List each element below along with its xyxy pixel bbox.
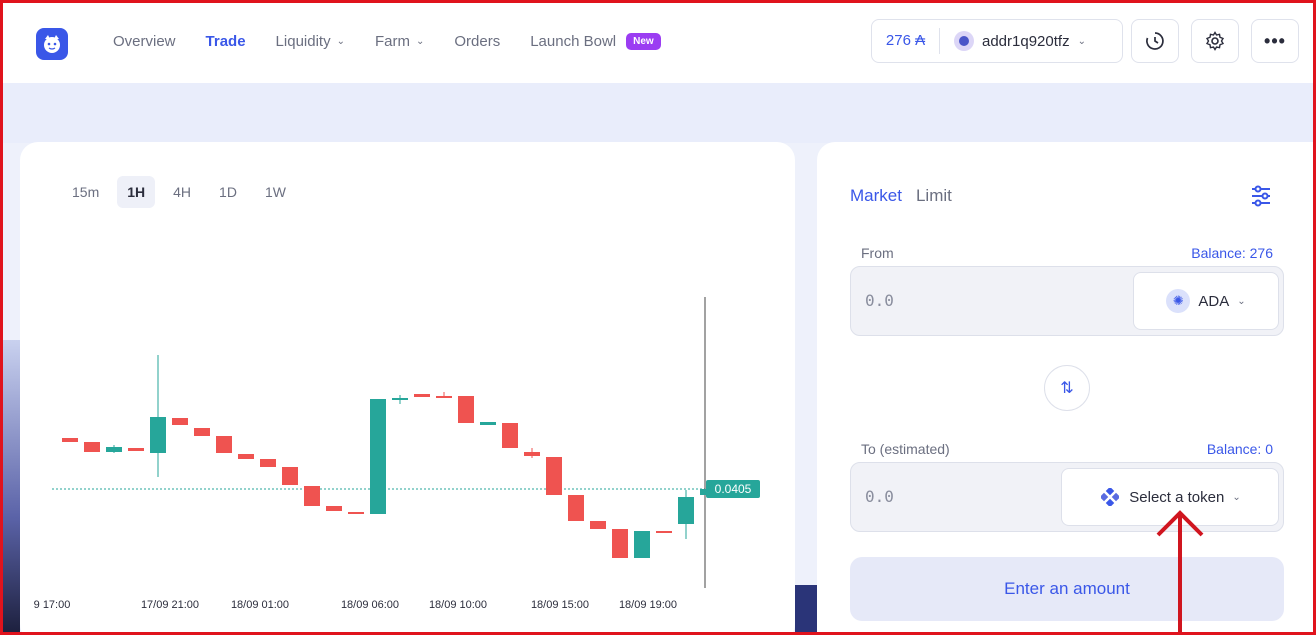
wallet-address: addr1q920tfz [982, 32, 1070, 50]
candle [326, 506, 342, 511]
candle [458, 396, 474, 423]
background-decoration [795, 585, 817, 635]
x-tick-label: 18/09 10:00 [429, 599, 487, 611]
main-nav: Overview Trade Liquidity ⌄ Farm ⌄ Orders L… [113, 33, 691, 50]
candle [634, 531, 650, 558]
candle [392, 398, 408, 400]
swap-arrows-icon: ⇅ [1060, 380, 1074, 397]
history-icon [1146, 32, 1164, 50]
to-balance: Balance: 0 [1206, 441, 1273, 457]
nav-launch-bowl[interactable]: Launch Bowl New [530, 33, 661, 50]
sliders-icon[interactable] [1250, 184, 1272, 208]
background-decoration [3, 340, 20, 635]
enter-amount-button[interactable]: Enter an amount [850, 557, 1284, 621]
annotation-arrow-icon [1156, 510, 1204, 635]
tab-market[interactable]: Market [850, 186, 902, 206]
from-token-label: ADA [1198, 292, 1230, 310]
candle [194, 428, 210, 436]
candle [370, 399, 386, 514]
select-token-label: Select a token [1129, 488, 1225, 506]
new-badge: New [626, 33, 661, 50]
price-chart[interactable]: 0.0405 9 17:00 17/09 21:00 18/09 01:00 18/0… [20, 142, 795, 622]
x-tick-label: 9 17:00 [34, 599, 71, 611]
chevron-down-icon: ⌄ [336, 36, 345, 47]
to-field: 0.0 Select a token ⌄ [850, 462, 1284, 532]
from-token-button[interactable]: ✺ ADA ⌄ [1133, 272, 1279, 330]
from-field: 0.0 ✺ ADA ⌄ [850, 266, 1284, 336]
gear-icon [1205, 31, 1225, 51]
wallet-avatar-icon [954, 31, 974, 51]
tab-limit[interactable]: Limit [916, 186, 952, 206]
wallet-button[interactable]: 276 ₳ addr1q920tfz ⌄ [871, 19, 1123, 63]
to-amount-input[interactable]: 0.0 [865, 487, 894, 506]
more-icon: ••• [1264, 30, 1286, 51]
candle [150, 417, 166, 453]
candle [62, 438, 78, 442]
to-label: To (estimated) [861, 441, 950, 457]
candle [502, 423, 518, 448]
from-amount-input[interactable]: 0.0 [865, 291, 894, 310]
candle [260, 459, 276, 467]
candle [678, 497, 694, 524]
nav-farm[interactable]: Farm ⌄ [375, 33, 424, 50]
x-tick-label: 17/09 21:00 [141, 599, 199, 611]
chevron-down-icon: ⌄ [1232, 491, 1241, 503]
candle [656, 531, 672, 533]
candle [106, 447, 122, 452]
top-navigation-bar: Overview Trade Liquidity ⌄ Farm ⌄ Orders L… [3, 3, 1313, 83]
wallet-balance: 276 ₳ [872, 28, 940, 54]
candle [590, 521, 606, 529]
candle [216, 436, 232, 453]
nav-liquidity[interactable]: Liquidity ⌄ [276, 33, 345, 50]
nav-orders[interactable]: Orders [454, 33, 500, 50]
last-price-label: 0.0405 [715, 482, 752, 496]
x-tick-label: 18/09 19:00 [619, 599, 677, 611]
app-logo-icon[interactable] [36, 28, 68, 60]
background-band [3, 83, 1313, 143]
candle [238, 454, 254, 459]
candle [612, 529, 628, 558]
from-label: From [861, 245, 894, 261]
chart-panel: 15m 1H 4H 1D 1W 0.0405 9 17:00 17/09 21:0… [20, 142, 795, 635]
candle [84, 442, 100, 452]
candle [304, 486, 320, 506]
nav-overview[interactable]: Overview [113, 33, 176, 50]
switch-direction-button[interactable]: ⇅ [1044, 365, 1090, 411]
more-button[interactable]: ••• [1251, 19, 1299, 63]
candle [282, 467, 298, 485]
candle [348, 512, 364, 514]
chevron-down-icon: ⌄ [1237, 295, 1246, 307]
x-tick-label: 18/09 06:00 [341, 599, 399, 611]
candle [480, 422, 496, 425]
x-axis-ticks: 9 17:00 17/09 21:00 18/09 01:00 18/09 06:00… [34, 599, 677, 611]
token-placeholder-icon [1099, 486, 1121, 508]
chevron-down-icon: ⌄ [1077, 35, 1086, 47]
candle [568, 495, 584, 521]
chevron-down-icon: ⌄ [415, 36, 425, 47]
candle [436, 396, 452, 398]
candle [414, 394, 430, 397]
candle [128, 448, 144, 451]
candle [546, 457, 562, 495]
settings-button[interactable] [1191, 19, 1239, 63]
x-tick-label: 18/09 01:00 [231, 599, 289, 611]
candle [172, 418, 188, 425]
swap-panel: Market Limit From Balance: 276 0.0 ✺ ADA… [817, 142, 1313, 635]
x-tick-label: 18/09 15:00 [531, 599, 589, 611]
candles-group [62, 355, 716, 558]
ada-icon: ✺ [1166, 289, 1191, 313]
from-balance: Balance: 276 [1191, 245, 1273, 261]
nav-trade[interactable]: Trade [206, 33, 246, 50]
history-button[interactable] [1131, 19, 1179, 63]
candle [524, 452, 540, 456]
